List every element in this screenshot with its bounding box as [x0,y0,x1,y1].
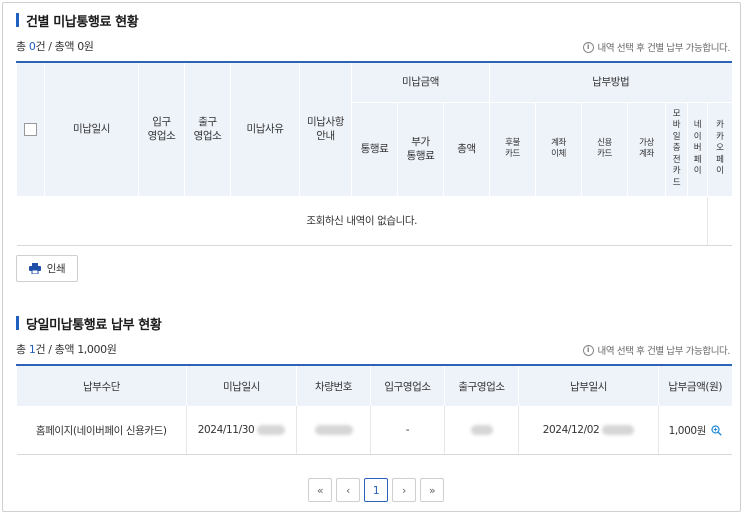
header-unpaid-date: 미납일시 [44,62,139,197]
header-payment-method: 납부수단 [16,365,187,406]
total-amount: 0원 [77,40,94,53]
header-payment-method-group: 납부방법 [488,62,732,103]
header-entry-office: 입구영업소 [370,365,445,406]
empty-cell [706,196,732,246]
select-all-cell[interactable] [16,62,45,197]
notice: i 내역 선택 후 건별 납부 가능합니다. [582,343,730,357]
next-page-button[interactable]: › [392,478,416,502]
header-unpaid-guide: 미납사항 안내 [299,62,352,197]
same-day-payment-table: 납부수단 미납일시 차량번호 입구영업소 출구영업소 납부일시 납부금액(원) … [16,364,732,455]
redacted-plate [314,425,353,435]
section-title-text: 당일미납통행료 납부 현황 [26,317,162,333]
print-button[interactable]: 인쇄 [16,255,78,282]
cell-entry-office: - [370,406,445,455]
header-toll: 통행료 [351,102,398,197]
redacted-time [602,425,635,435]
header-unpaid-amount-group: 미납금액 [351,62,490,103]
header-exit-office: 출구영업소 [444,365,519,406]
header-plate-number: 차량번호 [296,365,371,406]
title-accent-bar [16,316,19,330]
printer-icon [28,263,41,274]
section-title-text: 건별 미납통행료 현황 [26,14,139,30]
section-title-per-item: 건별 미납통행료 현황 [16,11,139,30]
cell-unpaid-date: 2024/11/30 [186,406,297,455]
content-panel: 건별 미납통행료 현황 총 0건 / 총액 0원 i 내역 선택 후 건별 납부… [2,2,741,512]
notice: i 내역 선택 후 건별 납부 가능합니다. [582,40,730,54]
magnifier-plus-icon[interactable] [711,424,722,436]
cell-exit-office [444,406,519,455]
cell-payment-date: 2024/12/02 [518,406,659,455]
header-kakao-pay: 카 카 오 페 이 [706,102,732,197]
header-virtual-account: 가상 계좌 [627,102,666,197]
prev-page-button[interactable]: ‹ [336,478,360,502]
header-exit-office: 출구 영업소 [184,62,231,197]
header-payment-date: 납부일시 [518,365,659,406]
empty-message: 조회하신 내역이 없습니다. [16,196,708,246]
cell-plate-number [296,406,371,455]
info-icon: i [582,41,594,53]
info-icon: i [582,344,594,356]
header-unpaid-reason: 미납사유 [230,62,300,197]
title-accent-bar [16,13,19,27]
summary-per-item: 총 0건 / 총액 0원 [16,40,94,53]
header-credit-card: 신용 카드 [581,102,628,197]
unpaid-toll-table: 미납일시 입구 영업소 출구 영업소 미납사유 미납사항 안내 미납금액 납부방… [16,61,732,246]
table-row: 홈페이지(네이버페이 신용카드) 2024/11/30 - 2024/12/02 [16,406,732,455]
header-payment-amount: 납부금액(원) [658,365,732,406]
header-naver-pay: 네 이 버 페 이 [687,102,708,197]
header-unpaid-date: 미납일시 [186,365,297,406]
first-page-button[interactable]: « [308,478,332,502]
header-mobile-charge-card: 모 바 일 충 전 카 드 [665,102,688,197]
header-bank-transfer: 계좌 이체 [535,102,582,197]
total-amount: 1,000원 [77,343,117,356]
header-surcharge: 부가 통행료 [397,102,444,197]
cell-payment-amount: 1,000원 [658,406,732,455]
pagination: « ‹ 1 › » [308,478,444,502]
header-entry-office: 입구 영업소 [138,62,185,197]
page-1-button[interactable]: 1 [364,478,388,502]
summary-same-day: 총 1건 / 총액 1,000원 [16,343,117,356]
print-label: 인쇄 [46,263,66,275]
cell-payment-method: 홈페이지(네이버페이 신용카드) [16,406,187,455]
select-all-checkbox[interactable] [24,122,37,136]
last-page-button[interactable]: » [420,478,444,502]
header-total: 총액 [443,102,490,197]
section-title-same-day: 당일미납통행료 납부 현황 [16,314,162,333]
redacted-time [257,425,286,435]
redacted-office [470,425,493,435]
header-postpaid-card: 후불 카드 [489,102,536,197]
